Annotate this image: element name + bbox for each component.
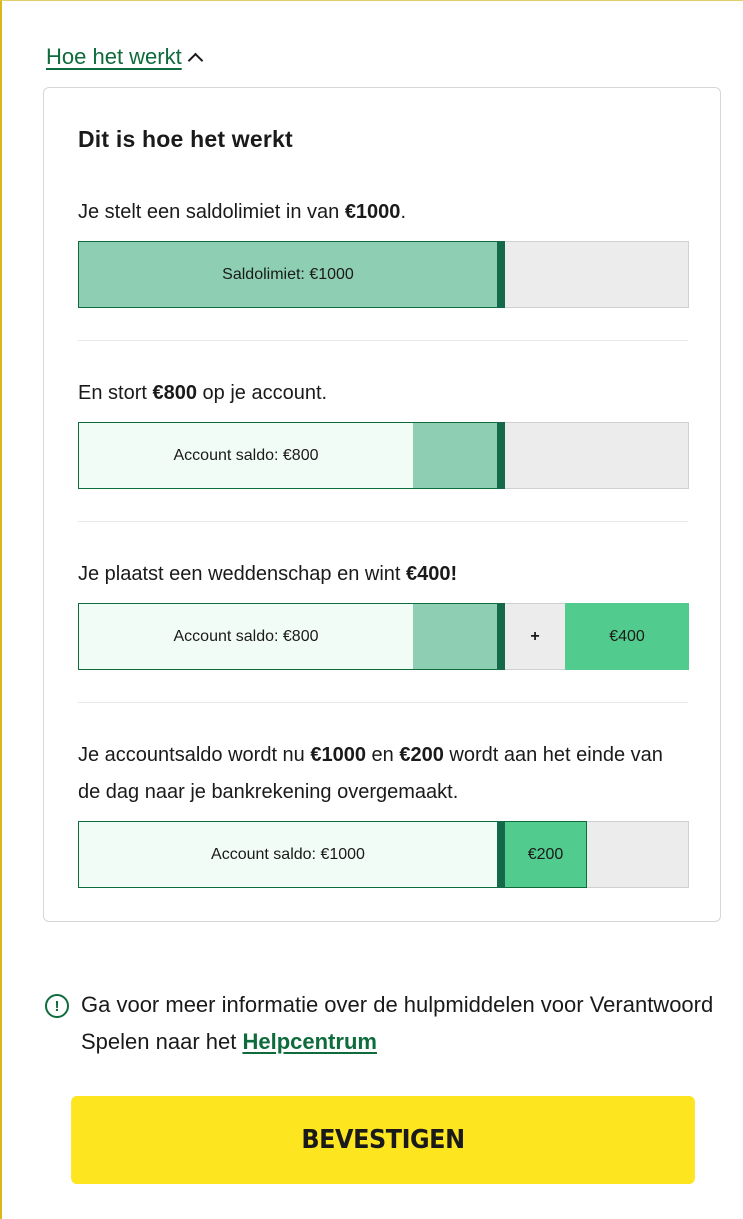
limit-label: Saldolimiet: €1000 (222, 265, 354, 283)
balance-label: Account saldo: €800 (173, 446, 319, 464)
balance-label: Account saldo: €800 (173, 627, 319, 645)
how-it-works-label: Hoe het werkt (46, 44, 182, 69)
step-win: Je plaatst een weddenschap en wint €400!… (78, 556, 689, 670)
divider (78, 521, 688, 522)
step-text-part: Je stelt een saldolimiet in van (78, 201, 345, 223)
step-text-amount: €200 (399, 744, 444, 766)
how-it-works-card: Dit is hoe het werkt Je stelt een saldol… (43, 87, 721, 922)
step-text-part: en (366, 744, 400, 766)
balance-segment: Account saldo: €1000 (78, 821, 497, 888)
step-text: Je accountsaldo wordt nu €1000 en €200 w… (78, 737, 688, 811)
balance-segment: Account saldo: €800 (78, 603, 413, 670)
limit-marker (497, 821, 505, 888)
divider (78, 340, 688, 341)
balance-label: Account saldo: €1000 (211, 845, 365, 863)
step-text-part: En stort (78, 382, 153, 404)
divider (78, 702, 688, 703)
step-text: Je stelt een saldolimiet in van €1000. (78, 194, 688, 231)
win-label: €400 (609, 627, 645, 645)
plus-sign: + (505, 603, 565, 670)
limit-marker (497, 422, 505, 489)
win-segment: €400 (565, 603, 689, 670)
info-exclamation-icon: ! (45, 994, 69, 1018)
win-bar: Account saldo: €800 + €400 (78, 603, 689, 670)
card-title: Dit is hoe het werkt (78, 126, 293, 152)
balance-segment: Account saldo: €800 (78, 422, 413, 489)
info-text-body: Ga voor meer informatie over de hulpmidd… (81, 992, 714, 1054)
chevron-up-icon (187, 52, 204, 68)
step-result: Je accountsaldo wordt nu €1000 en €200 w… (78, 737, 689, 888)
how-it-works-toggle[interactable]: Hoe het werkt (46, 44, 204, 70)
step-text-part: op je account. (196, 382, 328, 404)
info-text: Ga voor meer informatie over de hulpmidd… (81, 986, 725, 1060)
confirm-button[interactable]: BEVESTIGEN (71, 1096, 695, 1184)
deposit-bar: Account saldo: €800 (78, 422, 689, 489)
limit-remaining-segment (413, 422, 497, 489)
helpcentrum-link[interactable]: Helpcentrum (242, 1029, 376, 1054)
limit-segment: Saldolimiet: €1000 (78, 241, 497, 308)
step-deposit: En stort €800 op je account. Account sal… (78, 375, 689, 489)
page: Hoe het werkt Dit is hoe het werkt Je st… (0, 0, 743, 1219)
step-text-amount: €800 (152, 382, 197, 404)
limit-remaining-segment (413, 603, 497, 670)
transfer-segment: €200 (505, 821, 587, 888)
plus-label: + (530, 627, 540, 645)
step-text: En stort €800 op je account. (78, 375, 688, 412)
step-text-part: Je plaatst een weddenschap en wint (78, 563, 406, 585)
step-text-amount: €1000 (344, 201, 401, 223)
transfer-label: €200 (527, 845, 564, 863)
step-text: Je plaatst een weddenschap en wint €400! (78, 556, 688, 593)
limit-marker (497, 603, 505, 670)
info-notice: ! Ga voor meer informatie over de hulpmi… (45, 986, 725, 1060)
step-limit: Je stelt een saldolimiet in van €1000. S… (78, 194, 689, 308)
step-text-amount: €1000 (310, 744, 366, 766)
step-text-part: Je accountsaldo wordt nu (78, 744, 311, 766)
step-text-amount: €400! (406, 563, 458, 585)
limit-bar: Saldolimiet: €1000 (78, 241, 689, 308)
result-bar: Account saldo: €1000 €200 (78, 821, 689, 888)
limit-marker (497, 241, 505, 308)
step-text-part: . (400, 201, 406, 223)
